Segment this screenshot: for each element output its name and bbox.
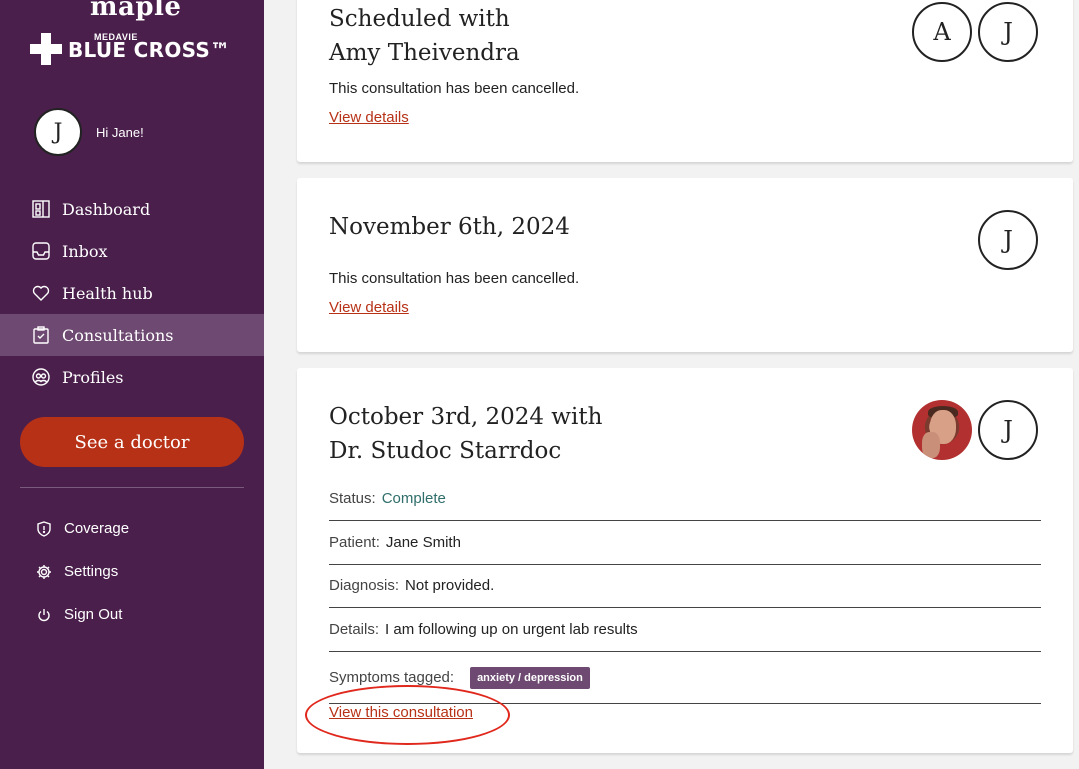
symptoms-label: Symptoms tagged: (329, 669, 455, 686)
diagnosis-label: Diagnosis: (329, 577, 400, 594)
see-a-doctor-button[interactable]: See a doctor (20, 417, 244, 467)
card-status-text: This consultation has been cancelled. (329, 80, 580, 97)
gear-icon (36, 564, 52, 580)
view-details-link[interactable]: View details (329, 299, 409, 316)
nav-label: Consultations (62, 325, 174, 345)
nav-item-inbox[interactable]: Inbox (0, 230, 264, 272)
sidebar: maple MEDAVIE BLUE CROSS™ J Hi Jane! Das… (0, 0, 264, 769)
main-nav: Dashboard Inbox Health hub Consultations… (0, 188, 264, 398)
nav-item-settings[interactable]: Settings (0, 550, 264, 593)
heart-icon (32, 284, 50, 302)
card-status-text: This consultation has been cancelled. (329, 270, 580, 287)
consultation-card: Scheduled with Amy Theivendra A J This c… (297, 0, 1073, 162)
nav-item-health-hub[interactable]: Health hub (0, 272, 264, 314)
sidebar-divider (20, 487, 244, 488)
inbox-icon (32, 242, 50, 260)
cross-icon (30, 33, 62, 65)
user-greeting: J Hi Jane! (34, 108, 144, 156)
nav-item-sign-out[interactable]: Sign Out (0, 593, 264, 636)
clipboard-icon (32, 326, 50, 344)
nav-label: Inbox (62, 241, 108, 261)
details-value: I am following up on urgent lab results (385, 621, 638, 638)
consultation-card: October 3rd, 2024 with Dr. Studoc Starrd… (297, 368, 1073, 753)
nav-label: Health hub (62, 283, 153, 303)
status-label: Status: (329, 490, 376, 507)
nav-label: Dashboard (62, 199, 151, 219)
card-title-line: October 3rd, 2024 with (329, 404, 603, 430)
secondary-nav: Coverage Settings Sign Out (0, 507, 264, 636)
card-title-line: Amy Theivendra (329, 40, 520, 66)
card-title: October 3rd, 2024 with Dr. Studoc Starrd… (329, 400, 602, 468)
symptom-tag: anxiety / depression (470, 666, 590, 689)
card-title: November 6th, 2024 (329, 210, 570, 244)
consultation-card: November 6th, 2024 J This consultation h… (297, 178, 1073, 352)
greeting-text: Hi Jane! (96, 124, 144, 140)
card-title-line: Scheduled with (329, 6, 510, 32)
patient-value: Jane Smith (385, 534, 461, 551)
card-title-line: November 6th, 2024 (329, 214, 570, 240)
nav-item-dashboard[interactable]: Dashboard (0, 188, 264, 230)
nav-item-coverage[interactable]: Coverage (0, 507, 264, 550)
dashboard-icon (32, 200, 50, 218)
user-avatar[interactable]: J (34, 108, 82, 156)
nav-item-profiles[interactable]: Profiles (0, 356, 264, 398)
profiles-icon (32, 368, 50, 386)
patient-row: Patient: Jane Smith (329, 521, 1041, 565)
details-label: Details: (329, 621, 380, 638)
participant-avatar: J (978, 2, 1038, 62)
nav-item-consultations[interactable]: Consultations (0, 314, 264, 356)
sub-nav-label: Coverage (64, 520, 130, 537)
sub-nav-label: Settings (64, 563, 119, 580)
card-title-line: Dr. Studoc Starrdoc (329, 438, 562, 464)
nav-label: Profiles (62, 367, 124, 387)
view-consultation-link[interactable]: View this consultation (329, 704, 473, 721)
details-row: Details: I am following up on urgent lab… (329, 608, 1041, 652)
participant-avatar: J (978, 400, 1038, 460)
sub-nav-label: Sign Out (64, 606, 123, 623)
diagnosis-value: Not provided. (405, 577, 495, 594)
participant-avatar: A (912, 2, 972, 62)
view-details-link[interactable]: View details (329, 109, 409, 126)
participant-avatar: J (978, 210, 1038, 270)
power-icon (36, 607, 52, 623)
symptoms-row: Symptoms tagged: anxiety / depression (329, 652, 1041, 704)
diagnosis-row: Diagnosis: Not provided. (329, 564, 1041, 608)
card-title: Scheduled with Amy Theivendra (329, 2, 520, 70)
brand-logo[interactable]: maple MEDAVIE BLUE CROSS™ (30, 0, 246, 72)
status-value: Complete (381, 490, 446, 507)
brand-sub-big: BLUE CROSS™ (68, 38, 231, 62)
shield-icon (36, 520, 52, 537)
status-row: Status: Complete (329, 477, 1041, 521)
doctor-photo (912, 400, 972, 460)
patient-label: Patient: (329, 534, 380, 551)
brand-top: maple (90, 0, 182, 22)
